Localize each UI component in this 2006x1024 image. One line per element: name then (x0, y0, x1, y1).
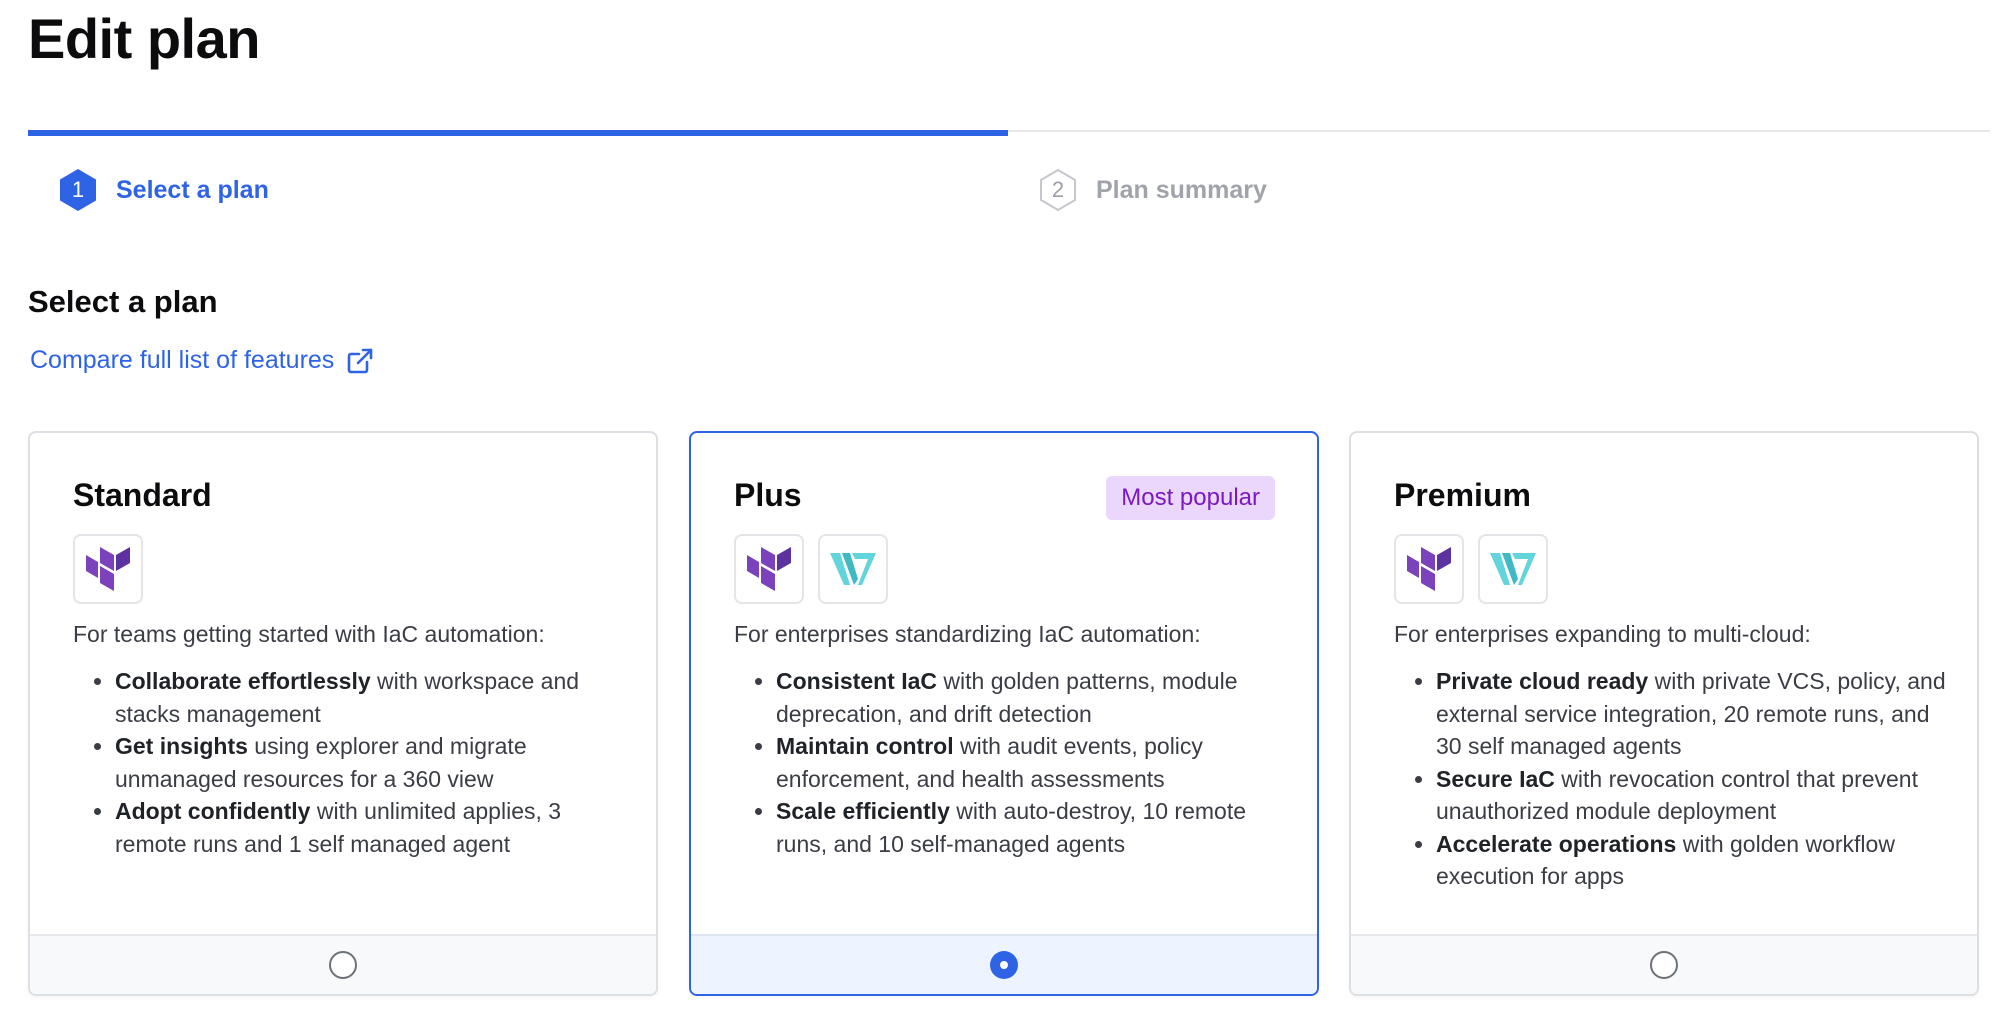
plan-card-standard[interactable]: Standard For teams getting started with … (28, 431, 658, 996)
feature-highlight: Get insights (115, 733, 248, 759)
terraform-logo-icon (734, 534, 804, 604)
list-item: Scale efficiently with auto-destroy, 10 … (776, 795, 1296, 860)
list-item: Consistent IaC with golden patterns, mod… (776, 665, 1296, 730)
step-number-hexagon-icon: 2 (1038, 168, 1078, 212)
list-item: Accelerate operations with golden workfl… (1436, 828, 1956, 893)
plan-select-footer[interactable] (691, 934, 1317, 994)
step-label: Select a plan (116, 175, 269, 204)
step-select-plan[interactable]: 1 Select a plan (58, 168, 269, 212)
plan-select-footer[interactable] (1351, 934, 1977, 994)
list-item: Collaborate effortlessly with workspace … (115, 665, 635, 730)
plan-name: Plus (734, 477, 802, 513)
waypoint-logo-icon (1478, 534, 1548, 604)
product-logos (73, 534, 143, 604)
feature-highlight: Consistent IaC (776, 668, 938, 694)
feature-highlight: Collaborate effortlessly (115, 668, 371, 694)
list-item: Maintain control with audit events, poli… (776, 730, 1296, 795)
plan-name: Standard (73, 477, 212, 513)
plan-name: Premium (1394, 477, 1531, 513)
stepper-progress-bar (28, 130, 1008, 136)
step-plan-summary[interactable]: 2 Plan summary (1038, 168, 1267, 212)
step-number: 1 (71, 177, 85, 202)
feature-highlight: Accelerate operations (1436, 830, 1677, 857)
page-title: Edit plan (28, 7, 260, 70)
waypoint-logo-icon (818, 534, 888, 604)
plan-card-premium[interactable]: Premium For enterprises expanding to mul… (1349, 431, 1979, 996)
plan-select-footer[interactable] (30, 934, 656, 994)
feature-highlight: Adopt confidently (115, 798, 311, 824)
feature-list: Private cloud ready with private VCS, po… (1394, 665, 1956, 893)
terraform-logo-icon (1394, 534, 1464, 604)
step-number-hexagon-icon: 1 (58, 168, 98, 212)
list-item: Get insights using explorer and migrate … (115, 730, 635, 795)
plan-intro: For enterprises standardizing IaC automa… (734, 621, 1201, 647)
plan-intro: For enterprises expanding to multi-cloud… (1394, 621, 1811, 647)
feature-list: Collaborate effortlessly with workspace … (73, 665, 635, 860)
plan-radio-standard[interactable] (329, 951, 357, 979)
feature-highlight: Secure IaC (1436, 765, 1555, 792)
list-item: Private cloud ready with private VCS, po… (1436, 665, 1956, 763)
plan-intro: For teams getting started with IaC autom… (73, 621, 545, 647)
external-link-icon (346, 347, 374, 375)
step-label: Plan summary (1096, 175, 1267, 204)
step-number: 2 (1051, 177, 1065, 202)
plan-radio-plus[interactable] (990, 951, 1018, 979)
product-logos (734, 534, 888, 604)
feature-list: Consistent IaC with golden patterns, mod… (734, 665, 1296, 860)
list-item: Secure IaC with revocation control that … (1436, 763, 1956, 828)
compare-features-label: Compare full list of features (30, 346, 335, 374)
plan-radio-premium[interactable] (1650, 951, 1678, 979)
feature-highlight: Scale efficiently (776, 798, 950, 824)
section-title: Select a plan (28, 284, 218, 319)
compare-features-link[interactable]: Compare full list of features (30, 346, 374, 375)
most-popular-badge: Most popular (1106, 476, 1275, 520)
plan-card-plus[interactable]: Plus Most popular For enterprises standa… (689, 431, 1319, 996)
terraform-logo-icon (73, 534, 143, 604)
feature-highlight: Maintain control (776, 733, 954, 759)
list-item: Adopt confidently with unlimited applies… (115, 795, 635, 860)
feature-highlight: Private cloud ready (1436, 668, 1649, 694)
product-logos (1394, 534, 1548, 604)
